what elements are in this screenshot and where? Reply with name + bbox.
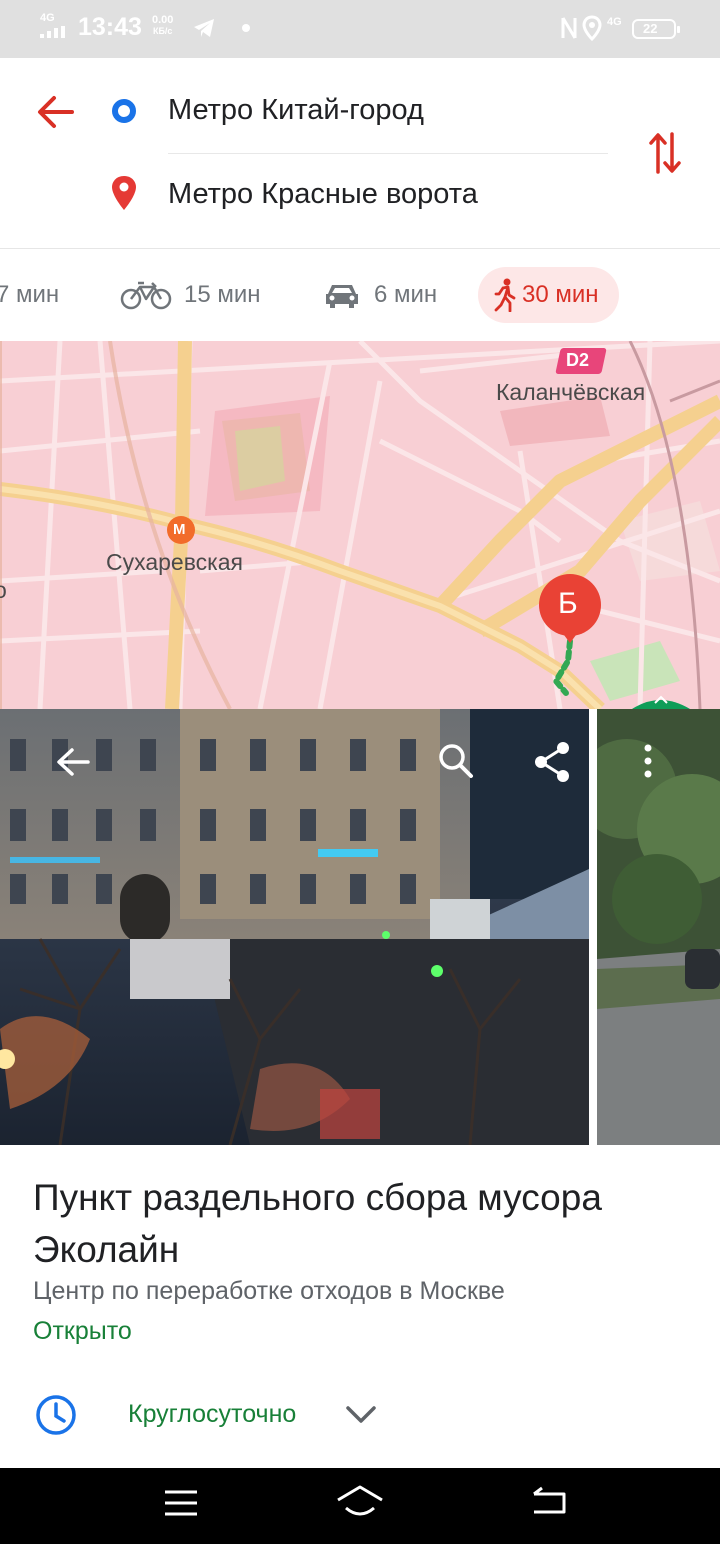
home-icon[interactable] [336, 1484, 384, 1520]
photo-park-image [597, 709, 720, 1145]
destination-marker-label: Б [558, 587, 578, 620]
back-arrow-icon[interactable] [36, 94, 76, 130]
nfc-icon [561, 17, 577, 39]
clock-icon [36, 1395, 76, 1435]
open-status: Открыто [33, 1317, 132, 1345]
mode-bicycle-label: 15 мин [184, 281, 261, 308]
chevron-down-icon[interactable] [345, 1405, 377, 1425]
destination-field[interactable]: Метро Красные ворота [168, 178, 478, 211]
photo-share-icon[interactable] [532, 741, 572, 783]
swap-icon[interactable] [648, 130, 682, 176]
status-bar: 4G 13:43 0.00 КБ/с 4G 22 [0, 0, 720, 58]
origin-dot-icon [112, 99, 136, 123]
route-header: Метро Китай-город Метро Красные ворота [0, 58, 720, 248]
map-label-sukharevskaya: Сухаревская [106, 549, 244, 575]
photo-main[interactable] [0, 709, 589, 1145]
more-options-icon[interactable] [638, 743, 658, 781]
d2-badge-label: D2 [566, 350, 590, 370]
photo-search-icon[interactable] [436, 741, 476, 781]
mode-car[interactable]: 6 мин [322, 267, 437, 323]
place-category: Центр по переработке отходов в Москве [33, 1277, 505, 1305]
mode-walk[interactable]: 30 мин [478, 267, 619, 323]
location-icon [582, 15, 602, 41]
origin-field[interactable]: Метро Китай-город [168, 94, 424, 127]
photo-back-icon[interactable] [54, 745, 92, 779]
clock: 13:43 [78, 13, 142, 41]
bicycle-icon [120, 281, 172, 310]
car-icon [326, 285, 358, 308]
system-nav-bar [0, 1468, 720, 1544]
hours-text: Круглосуточно [128, 1400, 297, 1428]
net-speed: 0.00 КБ/с [152, 14, 174, 37]
back-icon[interactable] [530, 1486, 568, 1518]
photo-carousel[interactable] [0, 709, 720, 1145]
telegram-icon [194, 19, 214, 37]
destination-pin-icon [112, 176, 136, 210]
mode-transit-label: 7 мин [0, 281, 60, 308]
menu-icon[interactable] [163, 1488, 199, 1518]
map-label-kalanchevskaya: Каланчёвская [496, 379, 646, 405]
battery-icon: 22 [632, 19, 680, 39]
mode-walk-label: 30 мин [522, 281, 599, 308]
travel-mode-tabs: 7 мин 15 мин 6 мин 30 мин [0, 249, 720, 341]
hours-row[interactable]: Круглосуточно [0, 1380, 720, 1448]
metro-symbol: М [173, 521, 186, 538]
signal-icon [40, 26, 65, 38]
network-type-right: 4G [607, 16, 622, 28]
route-divider [168, 153, 608, 154]
map-label-edge: о [0, 577, 7, 603]
walk-icon [494, 278, 516, 312]
mode-car-label: 6 мин [374, 281, 438, 308]
mode-transit[interactable]: 7 мин [0, 267, 59, 323]
mode-bicycle[interactable]: 15 мин [120, 267, 261, 323]
notification-dot [242, 24, 250, 32]
photo-secondary[interactable] [597, 709, 720, 1145]
map-view[interactable]: М Сухаревская о D2 Каланчёвская Б [0, 341, 720, 709]
place-title: Пункт раздельного сбора мусора Эколайн [33, 1177, 602, 1270]
network-type-left: 4G [40, 12, 55, 24]
